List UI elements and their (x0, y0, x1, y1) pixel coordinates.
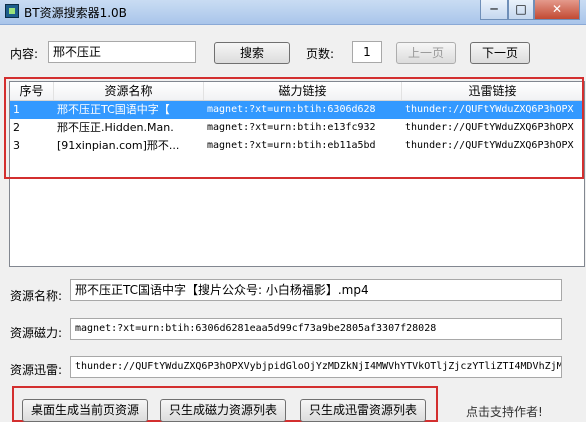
title-bar[interactable]: BT资源搜索器1.0B ─ □ ✕ (0, 0, 586, 25)
close-button[interactable]: ✕ (534, 0, 580, 20)
page-number-field[interactable]: 1 (352, 41, 382, 63)
resource-thunder-label: 资源迅雷: (10, 363, 63, 377)
desktop-generate-button[interactable]: 桌面生成当前页资源 (22, 399, 148, 422)
window-title: BT资源搜索器1.0B (24, 6, 127, 20)
app-icon (5, 4, 19, 18)
next-page-button[interactable]: 下一页 (470, 42, 530, 64)
resource-name-field[interactable]: 邢不压正TC国语中字【搜片公众号: 小白杨福影】.mp4 (70, 279, 562, 301)
table-highlight-box (4, 77, 584, 179)
resource-magnet-label: 资源磁力: (10, 326, 63, 340)
thunder-list-button[interactable]: 只生成迅雷资源列表 (300, 399, 426, 422)
magnet-list-button[interactable]: 只生成磁力资源列表 (160, 399, 286, 422)
resource-thunder-field[interactable]: thunder://QUFtYWduZXQ6P3hOPXVybjpidGloOj… (70, 356, 562, 378)
maximize-button[interactable]: □ (508, 0, 534, 20)
minimize-button[interactable]: ─ (480, 0, 508, 20)
page-label: 页数: (306, 47, 335, 61)
resource-name-label: 资源名称: (10, 289, 63, 303)
search-input[interactable]: 邢不压正 (48, 41, 196, 63)
search-button[interactable]: 搜索 (214, 42, 290, 64)
content-label: 内容: (10, 47, 39, 61)
support-author-link[interactable]: 点击支持作者! (466, 403, 543, 420)
resource-magnet-field[interactable]: magnet:?xt=urn:btih:6306d6281eaa5d99cf73… (70, 318, 562, 340)
prev-page-button[interactable]: 上一页 (396, 42, 456, 64)
